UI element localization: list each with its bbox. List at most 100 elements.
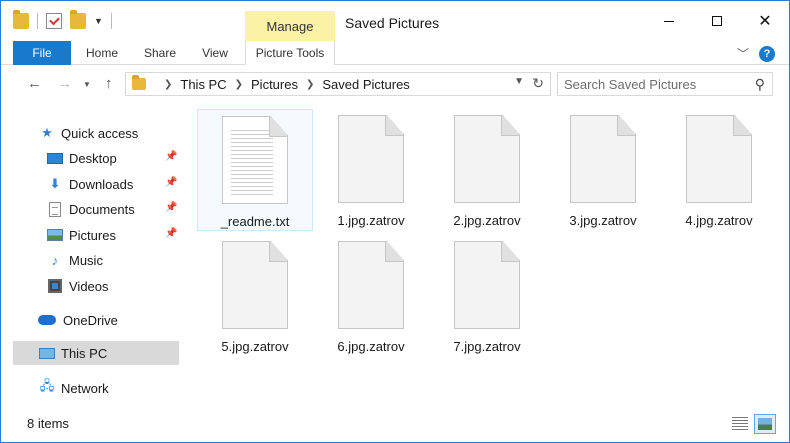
navigation-pane: ★ Quick access Desktop 📌 ⬇ Downloads 📌 D… (1, 111, 181, 411)
search-placeholder: Search Saved Pictures (564, 76, 697, 92)
blank-file-icon (338, 241, 404, 329)
sidebar-item-desktop[interactable]: Desktop (47, 146, 181, 170)
address-dropdown-chevron-icon[interactable]: ▼ (514, 76, 524, 87)
breadcrumb-saved-pictures[interactable]: Saved Pictures (322, 77, 409, 92)
sidebar-item-music[interactable]: ♪ Music (47, 248, 103, 272)
search-icon: ⚲ (754, 76, 765, 92)
blank-file-icon (222, 241, 288, 329)
download-icon: ⬇ (49, 176, 61, 191)
large-icons-view-icon[interactable] (754, 414, 776, 434)
sidebar-item-downloads[interactable]: ⬇ Downloads (47, 172, 134, 196)
blank-file-icon (454, 115, 520, 203)
search-input[interactable]: Search Saved Pictures ⚲ (557, 72, 773, 96)
star-icon: ★ (41, 125, 53, 140)
sidebar-item-this-pc[interactable]: This PC (13, 341, 179, 365)
sidebar-item-label: Downloads (69, 176, 134, 192)
ribbon-tabs: File Home Share View Picture Tools ﹀ ? (1, 41, 789, 65)
recent-locations-chevron-icon[interactable]: ▼ (83, 80, 91, 89)
sidebar-item-label: Documents (69, 201, 135, 217)
desktop-icon (47, 150, 63, 166)
file-item[interactable]: 7.jpg.zatrov (429, 235, 545, 357)
address-bar[interactable]: ❯ This PC ❯ Pictures ❯ Saved Pictures ▼ … (125, 72, 551, 96)
file-name: 5.jpg.zatrov (221, 339, 289, 354)
tab-share[interactable]: Share (137, 41, 183, 65)
toolbar-divider (110, 13, 112, 29)
folder-icon (132, 75, 146, 90)
customize-qat-icon[interactable]: ▼ (94, 16, 103, 26)
blank-file-icon (454, 241, 520, 329)
file-item[interactable]: _readme.txt (197, 109, 313, 231)
file-item[interactable]: 4.jpg.zatrov (661, 109, 777, 231)
tab-view[interactable]: View (193, 41, 237, 65)
close-icon: ✕ (758, 13, 772, 30)
sidebar-item-onedrive[interactable]: OneDrive (37, 308, 118, 332)
minimize-icon (664, 20, 674, 22)
breadcrumb-pictures[interactable]: Pictures (251, 77, 298, 92)
pin-icon: 📌 (165, 177, 178, 188)
maximize-button[interactable] (693, 1, 741, 41)
file-item[interactable]: 6.jpg.zatrov (313, 235, 429, 357)
network-icon: 🖧 (39, 378, 55, 393)
pictures-icon (47, 227, 63, 243)
item-count: 8 items (27, 416, 69, 431)
file-name: 3.jpg.zatrov (569, 213, 637, 228)
blank-file-icon (570, 115, 636, 203)
tab-manage[interactable]: Manage (245, 11, 335, 41)
navigation-bar: ← → ▼ ↑ ❯ This PC ❯ Pictures ❯ Saved Pic… (1, 67, 789, 103)
computer-icon (39, 345, 55, 361)
file-item[interactable]: 3.jpg.zatrov (545, 109, 661, 231)
cloud-icon (37, 312, 57, 328)
breadcrumb-chevron-icon[interactable]: ❯ (164, 79, 172, 90)
file-item[interactable]: 1.jpg.zatrov (313, 109, 429, 231)
sidebar-item-label: Quick access (61, 125, 139, 141)
file-name: 1.jpg.zatrov (337, 213, 405, 228)
new-folder-icon[interactable] (70, 10, 86, 29)
properties-icon[interactable] (46, 13, 62, 29)
pin-icon: 📌 (165, 202, 178, 213)
maximize-icon (712, 16, 722, 26)
close-button[interactable]: ✕ (741, 1, 789, 41)
sidebar-item-label: Music (69, 252, 103, 268)
sidebar-item-videos[interactable]: Videos (47, 274, 109, 298)
sidebar-item-pictures[interactable]: Pictures (47, 223, 116, 247)
blank-file-icon (338, 115, 404, 203)
music-icon: ♪ (51, 252, 59, 268)
file-item[interactable]: 5.jpg.zatrov (197, 235, 313, 357)
minimize-button[interactable] (645, 1, 693, 41)
sidebar-item-documents[interactable]: Documents (47, 197, 135, 221)
breadcrumb-this-pc[interactable]: This PC (180, 77, 226, 92)
file-name: _readme.txt (220, 214, 290, 229)
back-arrow-icon[interactable]: ← (27, 75, 42, 92)
ribbon-controls: ﹀ ? (737, 45, 775, 62)
window-title: Saved Pictures (345, 15, 440, 31)
status-bar: 8 items (1, 409, 789, 442)
file-view: _readme.txt 1.jpg.zatrov 2.jpg.zatrov 3.… (189, 109, 779, 409)
forward-arrow-icon[interactable]: → (57, 75, 72, 92)
breadcrumb-chevron-icon[interactable]: ❯ (235, 79, 243, 90)
sidebar-item-network[interactable]: 🖧 Network (39, 376, 109, 400)
sidebar-item-label: This PC (61, 345, 108, 361)
pin-icon: 📌 (165, 228, 178, 239)
breadcrumb-chevron-icon[interactable]: ❯ (306, 79, 314, 90)
sidebar-item-quick-access[interactable]: ★ Quick access (39, 121, 138, 145)
help-icon[interactable]: ? (759, 45, 775, 62)
tab-picture-tools[interactable]: Picture Tools (245, 41, 335, 65)
tab-home[interactable]: Home (77, 41, 127, 65)
explorer-window: ▼ Manage Saved Pictures ✕ File Home Shar… (0, 0, 790, 443)
expand-ribbon-chevron-icon[interactable]: ﹀ (737, 45, 749, 62)
sidebar-item-label: Pictures (69, 227, 116, 243)
file-item[interactable]: 2.jpg.zatrov (429, 109, 545, 231)
tab-file[interactable]: File (13, 41, 71, 65)
refresh-icon[interactable]: ↻ (532, 75, 544, 92)
pin-icon: 📌 (165, 151, 178, 162)
sidebar-item-label: OneDrive (63, 312, 118, 328)
sidebar-item-label: Desktop (69, 150, 117, 166)
title-bar: ▼ Manage Saved Pictures ✕ (1, 1, 789, 41)
file-name: 7.jpg.zatrov (453, 339, 521, 354)
details-view-icon[interactable] (732, 417, 748, 431)
videos-icon (47, 278, 63, 294)
blank-file-icon (686, 115, 752, 203)
up-arrow-icon[interactable]: ↑ (105, 75, 113, 92)
file-name: 6.jpg.zatrov (337, 339, 405, 354)
quick-access-toolbar: ▼ (13, 10, 112, 29)
